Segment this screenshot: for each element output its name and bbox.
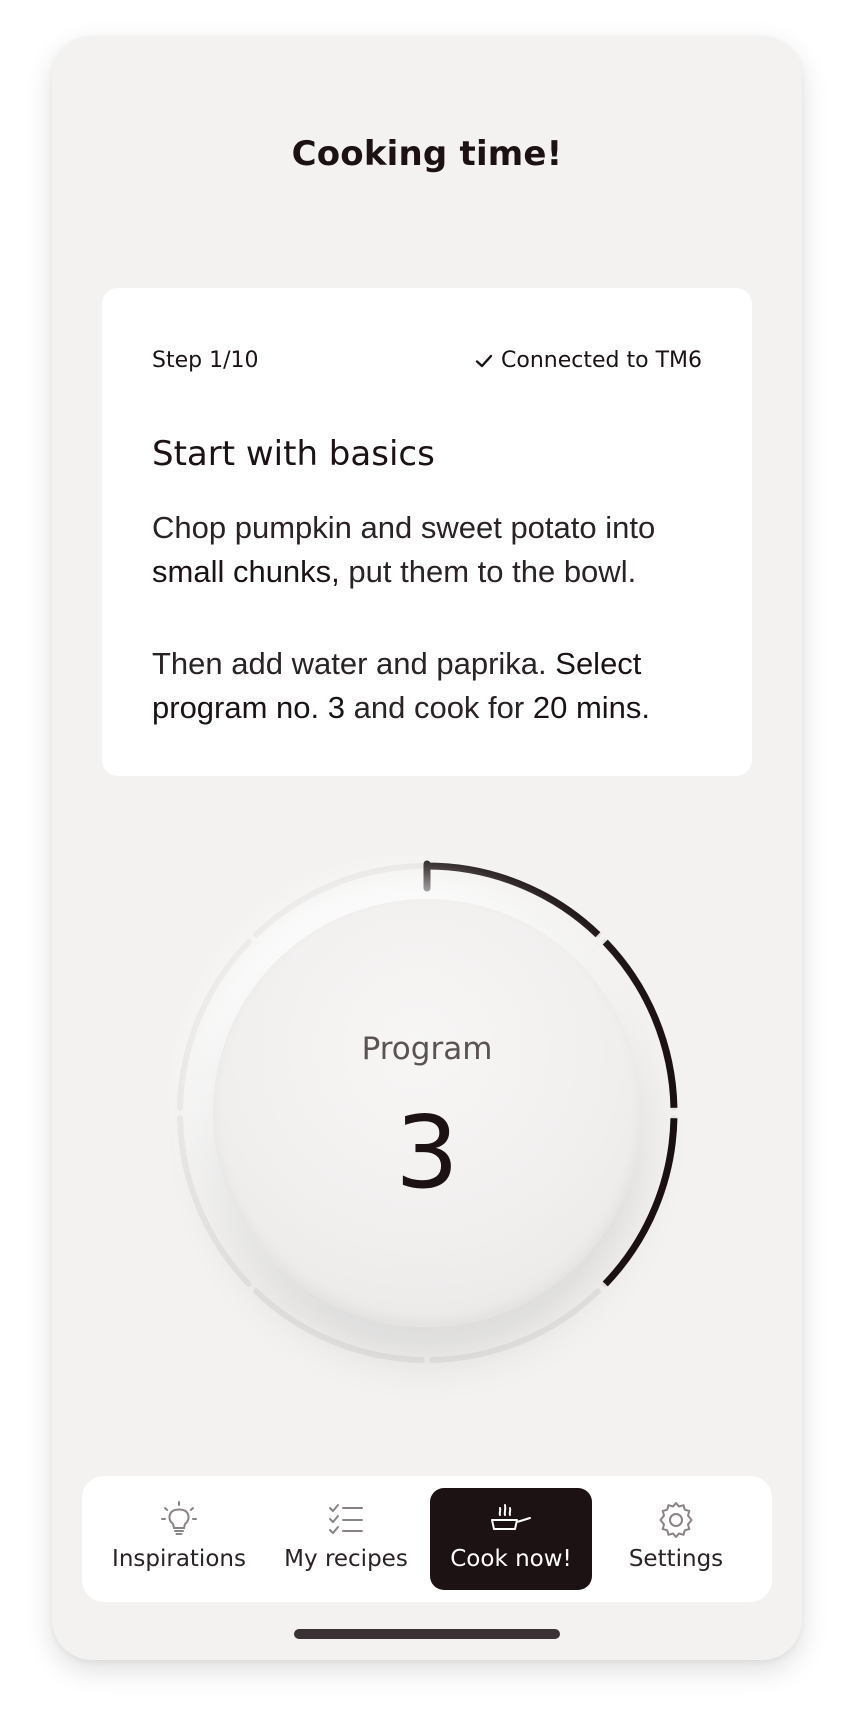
step-counter: Step 1/10 [152, 348, 259, 373]
nav-label: My recipes [284, 1546, 408, 1572]
connection-status: Connected to TM6 [475, 348, 702, 373]
checkmark-icon [475, 353, 493, 369]
nav-item-cook-now[interactable]: Cook now! [430, 1488, 592, 1590]
step-heading: Start with basics [152, 434, 435, 474]
instruction-text: Then add water and paprika. [152, 646, 556, 681]
instruction-paragraph-2: Then add water and paprika. Select progr… [152, 642, 712, 730]
cooking-pan-icon [489, 1500, 533, 1540]
program-label: Program [361, 1031, 493, 1067]
gear-icon [656, 1500, 696, 1540]
nav-label: Cook now! [450, 1546, 572, 1572]
connection-label: Connected to TM6 [501, 348, 702, 373]
nav-label: Inspirations [112, 1546, 246, 1572]
instruction-emphasis: small chunks, [152, 554, 340, 589]
instruction-text: Chop pumpkin and sweet potato into [152, 510, 656, 545]
phone-frame: Cooking time! Step 1/10 Connected to TM6… [52, 36, 802, 1660]
checklist-icon [326, 1500, 366, 1540]
nav-item-settings[interactable]: Settings [595, 1488, 757, 1590]
home-indicator [294, 1629, 560, 1639]
nav-item-inspirations[interactable]: Inspirations [98, 1488, 260, 1590]
step-card: Step 1/10 Connected to TM6 Start with ba… [102, 288, 752, 776]
nav-item-my-recipes[interactable]: My recipes [265, 1488, 427, 1590]
lightbulb-icon [159, 1500, 199, 1540]
bottom-nav: Inspirations My recipes Cook now! Settin… [82, 1476, 772, 1602]
nav-label: Settings [628, 1546, 724, 1572]
program-dial[interactable]: Program 3 [167, 853, 687, 1373]
instruction-text: and cook for [345, 690, 533, 725]
page-title: Cooking time! [291, 134, 563, 174]
instruction-emphasis: 20 mins. [532, 690, 651, 725]
instruction-paragraph-1: Chop pumpkin and sweet potato into small… [152, 506, 712, 594]
instruction-text: put them to the bowl. [339, 554, 637, 589]
program-value: 3 [395, 1094, 459, 1211]
